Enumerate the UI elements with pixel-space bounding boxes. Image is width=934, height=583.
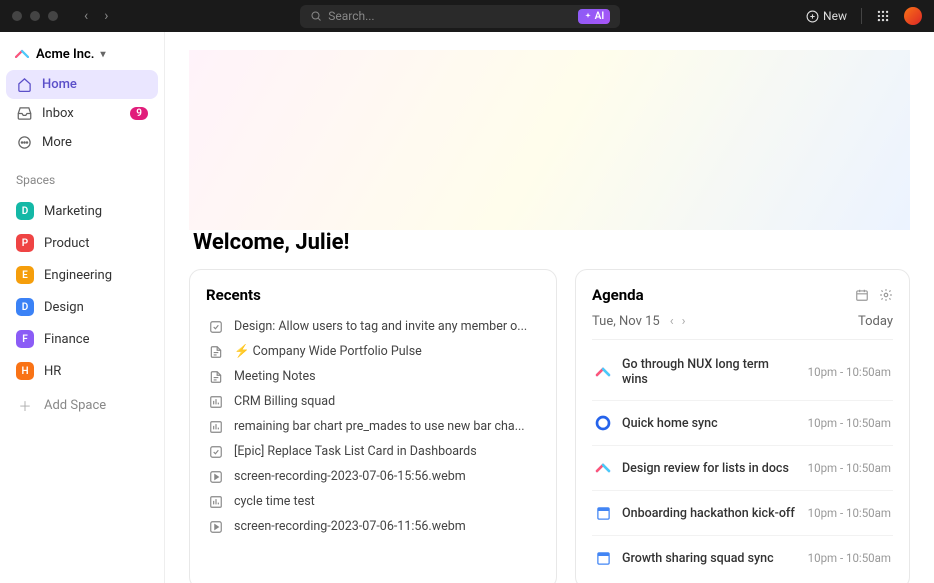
agenda-next[interactable]: › bbox=[682, 314, 686, 329]
agenda-item[interactable]: Quick home sync10pm - 10:50am bbox=[592, 401, 893, 446]
nav-item-home[interactable]: Home bbox=[6, 70, 158, 99]
apps-grid-icon[interactable] bbox=[876, 9, 890, 23]
sparkle-icon bbox=[584, 12, 592, 20]
recent-item[interactable]: CRM Billing squad bbox=[206, 389, 540, 414]
workspace-name: Acme Inc. bbox=[36, 47, 94, 62]
agenda-time: 10pm - 10:50am bbox=[808, 416, 891, 430]
search-placeholder: Search... bbox=[328, 9, 571, 23]
minimize-window[interactable] bbox=[30, 11, 40, 21]
space-avatar: E bbox=[16, 266, 34, 284]
space-item-design[interactable]: DDesign bbox=[6, 291, 158, 323]
space-avatar: F bbox=[16, 330, 34, 348]
divider bbox=[861, 8, 862, 24]
inbox-badge: 9 bbox=[130, 107, 148, 120]
recents-card: Recents Design: Allow users to tag and i… bbox=[189, 269, 557, 583]
agenda-title: Agenda bbox=[592, 286, 644, 304]
workspace-logo-icon bbox=[14, 46, 30, 62]
recent-item[interactable]: ⚡ Company Wide Portfolio Pulse bbox=[206, 339, 540, 364]
doc-icon bbox=[208, 345, 224, 359]
agenda-item[interactable]: Growth sharing squad sync10pm - 10:50am bbox=[592, 536, 893, 580]
agenda-time: 10pm - 10:50am bbox=[808, 461, 891, 475]
doc-icon bbox=[208, 370, 224, 384]
agenda-today-button[interactable]: Today bbox=[858, 314, 893, 329]
recent-item[interactable]: cycle time test bbox=[206, 489, 540, 514]
space-avatar: H bbox=[16, 362, 34, 380]
forward-button[interactable]: › bbox=[98, 6, 114, 26]
space-item-marketing[interactable]: DMarketing bbox=[6, 195, 158, 227]
dash-icon bbox=[208, 495, 224, 509]
agenda-date: Tue, Nov 15 bbox=[592, 314, 660, 329]
recent-item[interactable]: Meeting Notes bbox=[206, 364, 540, 389]
play-icon bbox=[208, 470, 224, 484]
welcome-heading: Welcome, Julie! bbox=[193, 230, 910, 255]
main-content: Welcome, Julie! Recents Design: Allow us… bbox=[165, 32, 934, 583]
calendar-icon[interactable] bbox=[855, 288, 869, 302]
nav-item-more[interactable]: More bbox=[6, 128, 158, 157]
space-avatar: D bbox=[16, 298, 34, 316]
maximize-window[interactable] bbox=[48, 11, 58, 21]
space-avatar: D bbox=[16, 202, 34, 220]
search-icon bbox=[310, 10, 322, 22]
check-icon bbox=[208, 445, 224, 459]
recents-title: Recents bbox=[206, 286, 540, 304]
more-icon bbox=[16, 135, 32, 150]
home-icon bbox=[16, 77, 32, 92]
gcal-icon bbox=[594, 504, 612, 522]
plus-icon: ＋ bbox=[16, 396, 34, 415]
agenda-card: Agenda Tue, Nov 15 ‹ › bbox=[575, 269, 910, 583]
circle-blue-icon bbox=[594, 414, 612, 432]
window-controls bbox=[12, 11, 58, 21]
close-window[interactable] bbox=[12, 11, 22, 21]
workspace-selector[interactable]: Acme Inc. ▾ bbox=[6, 40, 158, 68]
sidebar: Acme Inc. ▾ HomeInbox9More Spaces DMarke… bbox=[0, 32, 165, 583]
check-icon bbox=[208, 320, 224, 334]
recent-item[interactable]: remaining bar chart pre_mades to use new… bbox=[206, 414, 540, 439]
gcal-icon bbox=[594, 549, 612, 567]
spaces-header: Spaces bbox=[6, 159, 158, 193]
agenda-time: 10pm - 10:50am bbox=[808, 365, 891, 379]
space-avatar: P bbox=[16, 234, 34, 252]
recent-item[interactable]: screen-recording-2023-07-06-11:56.webm bbox=[206, 514, 540, 539]
history-nav: ‹ › bbox=[78, 6, 114, 26]
agenda-prev[interactable]: ‹ bbox=[670, 314, 674, 329]
add-space-button[interactable]: ＋ Add Space bbox=[6, 389, 158, 422]
global-search[interactable]: Search... AI bbox=[300, 5, 620, 28]
space-item-engineering[interactable]: EEngineering bbox=[6, 259, 158, 291]
ai-chip[interactable]: AI bbox=[578, 9, 611, 24]
chevron-down-icon: ▾ bbox=[100, 49, 105, 60]
recent-item[interactable]: Design: Allow users to tag and invite an… bbox=[206, 314, 540, 339]
agenda-item[interactable]: Onboarding hackathon kick-off10pm - 10:5… bbox=[592, 491, 893, 536]
agenda-time: 10pm - 10:50am bbox=[808, 506, 891, 520]
agenda-item[interactable]: Go through NUX long term wins10pm - 10:5… bbox=[592, 344, 893, 401]
agenda-item[interactable]: Design review for lists in docs10pm - 10… bbox=[592, 446, 893, 491]
recent-item[interactable]: screen-recording-2023-07-06-15:56.webm bbox=[206, 464, 540, 489]
space-item-hr[interactable]: HHR bbox=[6, 355, 158, 387]
clickup-icon bbox=[594, 363, 612, 381]
clickup-icon bbox=[594, 459, 612, 477]
inbox-icon bbox=[16, 106, 32, 121]
play-icon bbox=[208, 520, 224, 534]
dash-icon bbox=[208, 395, 224, 409]
recent-item[interactable]: [Epic] Replace Task List Card in Dashboa… bbox=[206, 439, 540, 464]
new-button[interactable]: New bbox=[806, 9, 847, 23]
gear-icon[interactable] bbox=[879, 288, 893, 302]
agenda-time: 10pm - 10:50am bbox=[808, 551, 891, 565]
plus-circle-icon bbox=[806, 10, 819, 23]
back-button[interactable]: ‹ bbox=[78, 6, 94, 26]
user-avatar[interactable] bbox=[904, 7, 922, 25]
dash-icon bbox=[208, 420, 224, 434]
nav-item-inbox[interactable]: Inbox9 bbox=[6, 99, 158, 128]
titlebar: ‹ › Search... AI New bbox=[0, 0, 934, 32]
space-item-product[interactable]: PProduct bbox=[6, 227, 158, 259]
space-item-finance[interactable]: FFinance bbox=[6, 323, 158, 355]
